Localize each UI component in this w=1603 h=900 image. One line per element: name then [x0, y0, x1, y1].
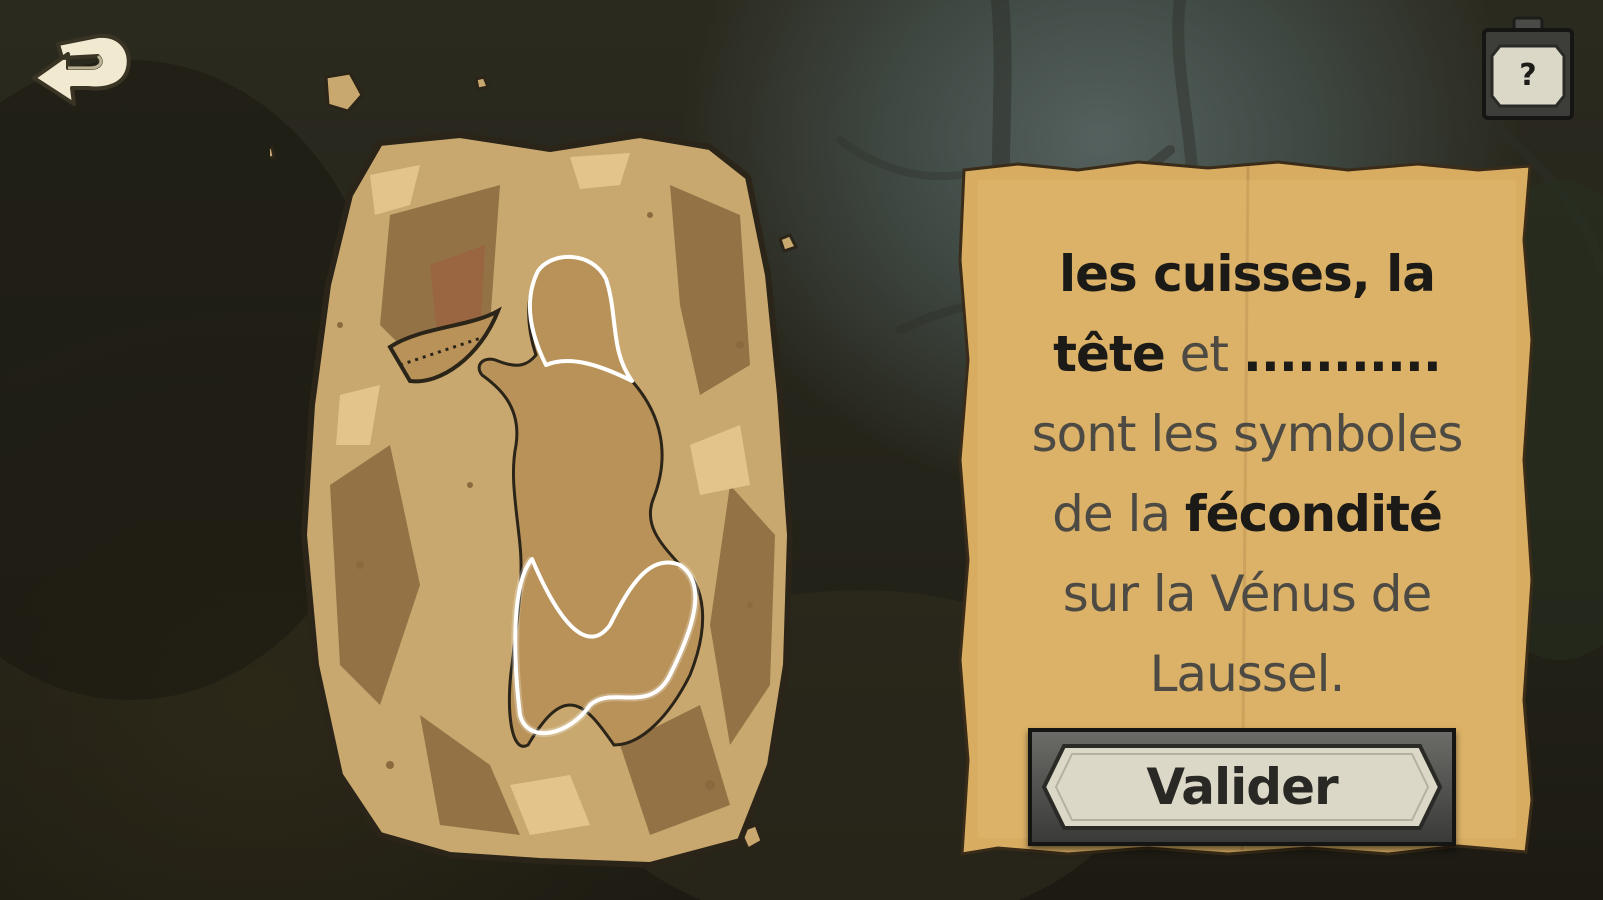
- validate-button-label: Valider: [1146, 758, 1338, 816]
- validate-button[interactable]: Valider: [1028, 728, 1456, 846]
- game-scene: ? les cuisses, la tête et ........... so…: [0, 0, 1603, 900]
- quiz-text-segment: de la: [1052, 485, 1185, 543]
- quiz-keyword: les cuisses, la: [1058, 245, 1436, 303]
- quiz-text-segment: Laussel.: [1149, 645, 1346, 703]
- quiz-line: les cuisses, la: [978, 234, 1516, 314]
- back-button[interactable]: [28, 28, 136, 114]
- quiz-text-segment: et: [1164, 325, 1243, 383]
- quiz-keyword: fécondité: [1184, 485, 1443, 543]
- quiz-line: Laussel.: [978, 634, 1516, 714]
- quiz-text-segment: sur la Vénus de: [1062, 565, 1433, 623]
- quiz-text-segment: sont les symboles: [1031, 405, 1464, 463]
- quiz-keyword: tête: [1053, 325, 1166, 383]
- quiz-keyword: ...........: [1242, 325, 1442, 383]
- question-mark-icon: ?: [1519, 58, 1537, 93]
- quiz-line: sur la Vénus de: [978, 554, 1516, 634]
- back-arrow-icon: [32, 33, 131, 106]
- help-button[interactable]: ?: [1480, 16, 1576, 122]
- quiz-parchment: les cuisses, la tête et ........... sont l…: [958, 160, 1536, 858]
- quiz-line: sont les symboles: [978, 394, 1516, 474]
- quiz-line: tête et ...........: [978, 314, 1516, 394]
- quiz-statement: les cuisses, la tête et ........... sont l…: [978, 234, 1516, 714]
- quiz-line: de la fécondité: [978, 474, 1516, 554]
- venus-of-laussel-carving: [270, 71, 799, 868]
